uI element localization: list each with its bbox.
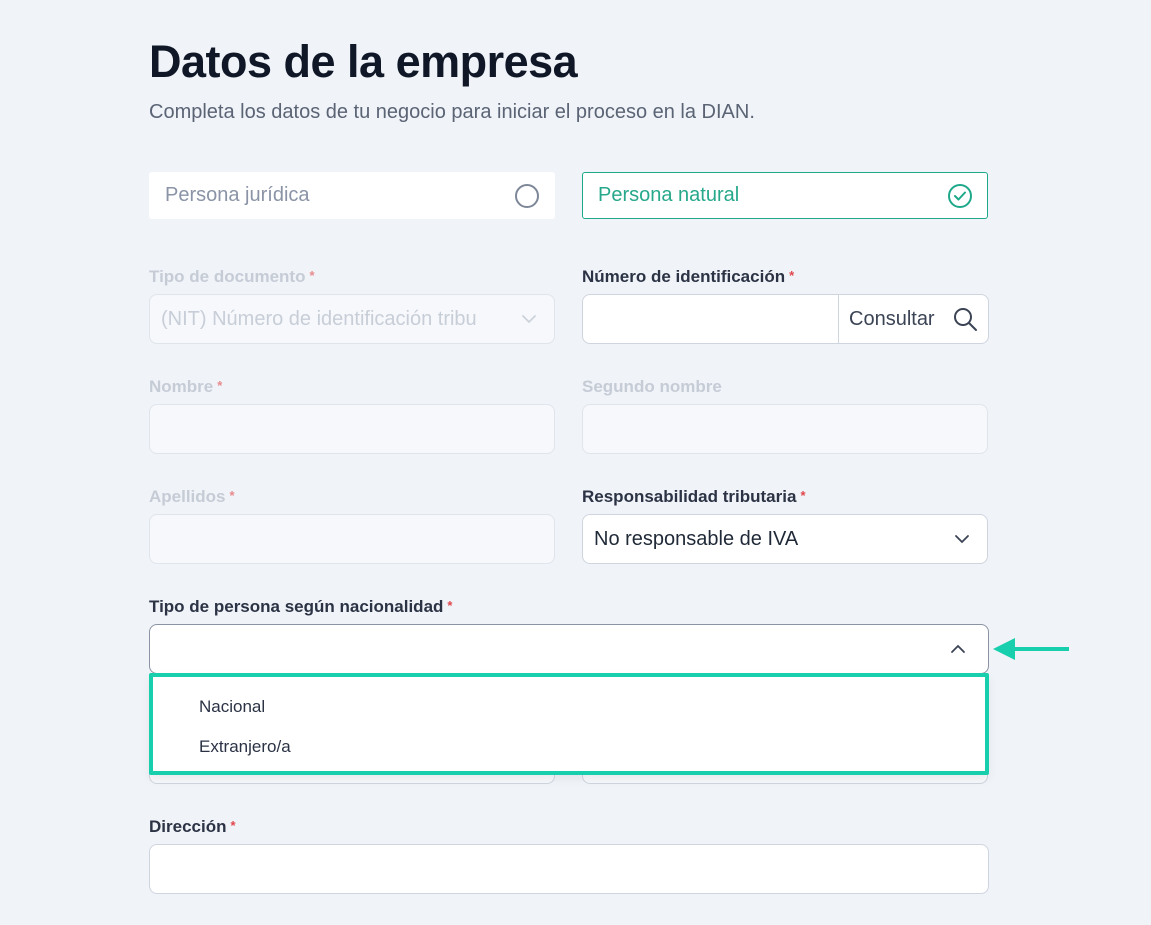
required-mark: *	[800, 488, 806, 503]
nombre-input[interactable]	[149, 404, 555, 454]
arrow-left-icon	[993, 638, 1069, 660]
persona-natural-label: Persona natural	[598, 184, 740, 206]
consultar-label: Consultar	[849, 307, 935, 330]
chevron-down-icon	[519, 309, 539, 329]
page-subtitle: Completa los datos de tu negocio para in…	[149, 101, 755, 123]
nombre-label-text: Nombre	[149, 377, 214, 396]
required-mark: *	[309, 268, 315, 283]
segundo-nombre-input[interactable]	[582, 404, 988, 454]
responsabilidad-label: Responsabilidad tributaria *	[582, 487, 806, 507]
numero-identificacion-input[interactable]	[583, 295, 839, 343]
required-mark: *	[789, 268, 795, 283]
apellidos-input[interactable]	[149, 514, 555, 564]
persona-juridica-option[interactable]: Persona jurídica	[149, 172, 555, 219]
nacionalidad-select[interactable]	[149, 624, 989, 674]
required-mark: *	[447, 598, 453, 613]
responsabilidad-label-text: Responsabilidad tributaria	[582, 487, 797, 506]
dropdown-option-nacional[interactable]: Nacional	[199, 697, 265, 717]
responsabilidad-select[interactable]: No responsable de IVA	[582, 514, 988, 564]
tipo-documento-label-text: Tipo de documento	[149, 267, 306, 286]
responsabilidad-value: No responsable de IVA	[594, 527, 799, 550]
direccion-label: Dirección *	[149, 817, 236, 837]
segundo-nombre-label-text: Segundo nombre	[582, 377, 722, 396]
nacionalidad-label-text: Tipo de persona según nacionalidad	[149, 597, 444, 616]
tipo-documento-select[interactable]: (NIT) Número de identificación tribu	[149, 294, 555, 344]
search-icon	[954, 308, 977, 331]
required-mark: *	[230, 818, 236, 833]
direccion-label-text: Dirección	[149, 817, 227, 836]
numero-identificacion-label-text: Número de identificación	[582, 267, 786, 286]
tipo-documento-value: (NIT) Número de identificación tribu	[161, 307, 477, 330]
chevron-down-icon	[952, 529, 972, 549]
persona-juridica-label: Persona jurídica	[165, 184, 310, 206]
nacionalidad-dropdown: Nacional Extranjero/a	[149, 673, 989, 775]
dropdown-option-extranjero[interactable]: Extranjero/a	[199, 737, 291, 757]
consultar-button[interactable]: Consultar	[839, 295, 988, 343]
chevron-up-icon	[948, 639, 968, 659]
apellidos-label-text: Apellidos	[149, 487, 226, 506]
numero-identificacion-group: Consultar	[582, 294, 989, 344]
direccion-input[interactable]	[149, 844, 989, 894]
tipo-documento-label: Tipo de documento *	[149, 267, 315, 287]
check-circle-icon	[948, 183, 972, 208]
radio-empty-icon	[515, 183, 539, 208]
persona-natural-option[interactable]: Persona natural	[582, 172, 988, 219]
required-mark: *	[217, 378, 223, 393]
segundo-nombre-label: Segundo nombre	[582, 377, 722, 397]
page-title: Datos de la empresa	[149, 36, 578, 87]
nombre-label: Nombre *	[149, 377, 222, 397]
numero-identificacion-label: Número de identificación *	[582, 267, 794, 287]
nacionalidad-label: Tipo de persona según nacionalidad *	[149, 597, 452, 617]
required-mark: *	[229, 488, 235, 503]
apellidos-label: Apellidos *	[149, 487, 235, 507]
